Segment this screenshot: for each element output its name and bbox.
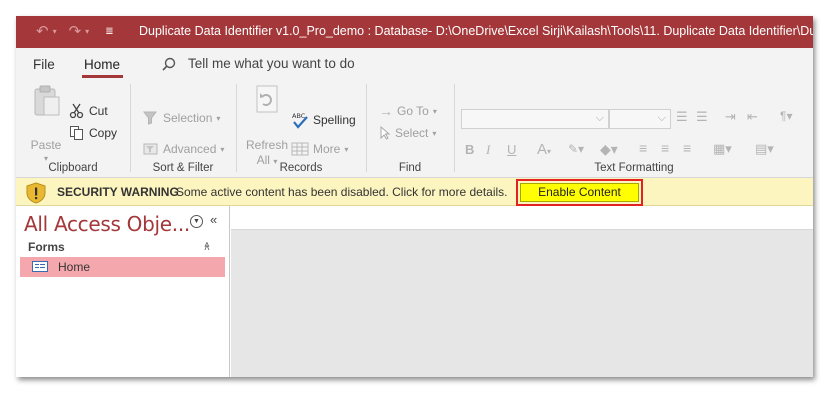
paragraph-direction-icon[interactable]: ¶▾ xyxy=(780,109,792,123)
find-group: → Go To ▾ Select ▾ Find xyxy=(367,78,453,178)
tab-home[interactable]: Home xyxy=(84,57,120,72)
ribbon: Paste ▾ Cut Copy Clipboard Selection ▾ Ad… xyxy=(16,78,813,178)
more-table-icon xyxy=(291,142,309,156)
goto-label: Go To xyxy=(397,104,429,118)
goto-dropdown-icon: ▾ xyxy=(432,106,437,116)
gridlines-icon[interactable]: ▦▾ xyxy=(713,141,732,157)
align-center-icon[interactable]: ≡ xyxy=(661,140,669,156)
more-label: More xyxy=(313,142,341,156)
align-left-icon[interactable]: ≡ xyxy=(639,140,647,156)
paste-button-label[interactable]: Paste xyxy=(26,138,66,152)
svg-text:ABC: ABC xyxy=(292,112,306,120)
enable-content-button[interactable]: Enable Content xyxy=(520,183,639,202)
font-color-button[interactable]: A▾ xyxy=(537,141,551,158)
security-warning-title: SECURITY WARNING xyxy=(57,185,179,199)
select-dropdown-icon: ▾ xyxy=(432,128,437,138)
chevron-down-icon: ⌵ xyxy=(595,112,604,124)
advanced-filter-icon xyxy=(143,143,158,155)
copy-icon xyxy=(70,126,83,140)
clipboard-group: Paste ▾ Cut Copy Clipboard xyxy=(16,78,130,178)
more-button[interactable]: More ▾ xyxy=(291,142,348,156)
cursor-icon xyxy=(380,126,391,140)
chevron-down-icon: ⌵ xyxy=(657,112,666,124)
spelling-button[interactable]: ABC Spelling xyxy=(291,111,356,129)
advanced-button[interactable]: Advanced ▾ xyxy=(143,142,224,156)
copy-button[interactable]: Copy xyxy=(69,125,117,141)
tell-me-box[interactable]: Tell me what you want to do xyxy=(162,56,355,71)
cut-button[interactable]: Cut xyxy=(69,103,108,119)
records-group-label: Records xyxy=(279,162,323,174)
find-group-label: Find xyxy=(398,162,422,174)
font-color-letter: A xyxy=(537,141,548,158)
spelling-icon: ABC xyxy=(292,112,308,129)
sort-filter-group: Selection ▾ Advanced ▾ Sort & Filter xyxy=(131,78,235,178)
nav-group-forms[interactable]: Forms xyxy=(28,240,65,254)
redo-icon[interactable]: ↷ xyxy=(69,22,82,40)
undo-icon[interactable]: ↶ xyxy=(36,22,49,40)
underline-button[interactable]: U xyxy=(507,142,516,157)
security-warning-message[interactable]: Some active content has been disabled. C… xyxy=(176,185,508,199)
bold-button[interactable]: B xyxy=(465,142,474,157)
nav-pane-title[interactable]: All Access Obje... xyxy=(24,212,190,236)
security-warning-bar[interactable]: SECURITY WARNING Some active content has… xyxy=(16,178,813,206)
refresh-button-label[interactable]: Refresh xyxy=(245,138,289,152)
copy-label: Copy xyxy=(89,126,118,140)
spelling-label: Spelling xyxy=(313,113,356,127)
nav-menu-chevron-icon[interactable]: ▼ xyxy=(190,215,203,228)
text-formatting-group-label: Text Formatting xyxy=(594,162,674,174)
ribbon-tabs: File Home Tell me what you want to do xyxy=(16,48,813,78)
cut-label: Cut xyxy=(89,104,108,118)
font-size-dropdown[interactable]: ⌵ xyxy=(609,109,671,129)
alternate-row-color-icon[interactable]: ▤▾ xyxy=(755,141,774,157)
font-name-dropdown[interactable]: ⌵ xyxy=(461,109,609,129)
selection-dropdown-icon: ▾ xyxy=(216,113,221,123)
font-color-dropdown-icon: ▾ xyxy=(547,147,552,156)
numbering-icon[interactable]: ☰ xyxy=(696,109,708,125)
window-title: Duplicate Data Identifier v1.0_Pro_demo … xyxy=(139,24,813,38)
shield-warning-icon xyxy=(26,182,46,204)
goto-button[interactable]: → Go To ▾ xyxy=(379,103,437,119)
select-label: Select xyxy=(395,126,429,140)
nav-item-label: Home xyxy=(58,260,91,274)
redo-dropdown-icon[interactable]: ▾ xyxy=(85,27,89,36)
select-button[interactable]: Select ▾ xyxy=(379,126,436,140)
clipboard-group-label: Clipboard xyxy=(48,162,98,174)
access-window: ↶ ▾ ↷ ▾ ≣ Duplicate Data Identifier v1.0_P… xyxy=(16,16,813,377)
form-icon xyxy=(32,261,48,272)
refresh-icon[interactable] xyxy=(255,84,281,114)
bullets-icon[interactable]: ☰ xyxy=(676,109,688,125)
enable-content-highlight: Enable Content xyxy=(516,179,643,206)
tell-me-text: Tell me what you want to do xyxy=(188,56,355,71)
scissors-icon xyxy=(69,103,84,119)
highlight-color-icon[interactable]: ✎▾ xyxy=(568,142,584,156)
goto-arrow-icon: → xyxy=(379,103,393,119)
filter-selection-icon xyxy=(143,111,157,125)
decrease-indent-icon[interactable]: ⇤ xyxy=(747,109,758,125)
quick-access-toolbar: ↶ ▾ ↷ ▾ ≣ xyxy=(36,22,114,40)
search-icon xyxy=(162,57,176,71)
italic-button[interactable]: I xyxy=(486,142,490,158)
paste-icon[interactable] xyxy=(33,85,61,117)
records-group: Refresh All ▾ ABC Spelling More ▾ Records xyxy=(237,78,365,178)
fill-color-icon[interactable]: ◆▾ xyxy=(600,141,618,158)
title-bar: ↶ ▾ ↷ ▾ ≣ Duplicate Data Identifier v1.0_P… xyxy=(16,16,813,48)
align-right-icon[interactable]: ≡ xyxy=(683,140,691,156)
advanced-label: Advanced xyxy=(163,142,217,156)
document-tab-strip xyxy=(231,206,813,230)
navigation-pane: All Access Obje... ▼ « Forms ˄ ˄ Home xyxy=(16,206,230,377)
tab-file[interactable]: File xyxy=(33,57,55,72)
undo-dropdown-icon[interactable]: ▾ xyxy=(53,27,57,36)
text-formatting-group: ⌵ ⌵ ☰ ☰ ⇥ ⇤ ¶▾ B I U A▾ ✎▾ ◆▾ ≡ ≡ ≡ ▦▾ ▤… xyxy=(455,78,813,178)
advanced-dropdown-icon: ▾ xyxy=(220,144,225,154)
selection-label: Selection xyxy=(163,111,213,125)
more-dropdown-icon: ▾ xyxy=(344,144,349,154)
sort-filter-group-label: Sort & Filter xyxy=(152,162,214,174)
customize-qat-icon[interactable]: ≣ xyxy=(105,26,113,37)
shutter-bar-collapse-icon[interactable]: « xyxy=(210,212,217,227)
document-workspace xyxy=(231,206,813,377)
selection-button[interactable]: Selection ▾ xyxy=(143,111,220,125)
nav-item-home[interactable]: Home xyxy=(20,257,225,277)
increase-indent-icon[interactable]: ⇥ xyxy=(725,109,736,125)
